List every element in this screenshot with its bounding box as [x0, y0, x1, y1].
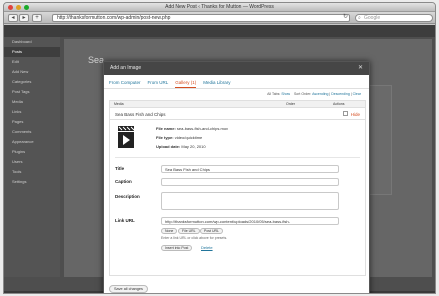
file-type-line: File type: video/quicktime: [156, 135, 202, 140]
sidebar-item-dashboard[interactable]: Dashboard: [4, 37, 60, 47]
upload-date-value: May 20, 2010: [181, 144, 206, 149]
description-field[interactable]: [161, 192, 339, 210]
media-table-header: Media Order Actions: [109, 100, 366, 108]
sidebar-item-links[interactable]: Links: [4, 107, 60, 117]
dialog-header: Add an Image ✕: [104, 62, 369, 75]
window-title: Add New Post ‹ Thanks for Mutton — WordP…: [165, 4, 274, 10]
sidebar-item-posts[interactable]: Posts: [4, 47, 60, 57]
back-arrow-icon[interactable]: ◂: [8, 14, 18, 22]
caption-field[interactable]: [161, 178, 339, 186]
add-image-dialog: Add an Image ✕ From Computer From URL Ga…: [103, 61, 370, 293]
page-title: Sea: [88, 55, 105, 65]
actions-column-header: Actions: [333, 102, 345, 106]
title-bar: Add New Post ‹ Thanks for Mutton — WordP…: [4, 3, 435, 12]
sidebar-item-users[interactable]: Users: [4, 157, 60, 167]
hide-link[interactable]: Hide: [351, 112, 360, 117]
search-icon: ⌕: [358, 15, 361, 21]
clear-link[interactable]: Clear: [353, 92, 361, 96]
file-name-line: File name: sea-bass-fish-and-chips.mov: [156, 126, 228, 131]
tab-from-url[interactable]: From URL: [148, 80, 169, 88]
media-item-title: Sea Bass Fish and Chips: [115, 112, 166, 117]
title-field[interactable]: Sea Bass Fish and Chips: [161, 165, 339, 173]
descending-link[interactable]: Descending: [331, 92, 349, 96]
admin-sidebar: Dashboard Posts Edit Add New Categories …: [4, 37, 60, 277]
sidebar-item-pages[interactable]: Pages: [4, 117, 60, 127]
link-url-label: Link URL: [115, 218, 135, 223]
title-label: Title: [115, 166, 125, 171]
page-content: Dashboard Posts Edit Add New Categories …: [4, 25, 435, 293]
media-column-header: Media: [114, 102, 124, 106]
upload-date-line: Upload date: May 20, 2010: [156, 144, 206, 149]
tab-gallery[interactable]: Gallery (1): [175, 80, 197, 88]
link-url-field[interactable]: http://thanksformutton.com/wp-content/up…: [161, 217, 339, 225]
insert-into-post-button[interactable]: Insert into Post: [161, 245, 193, 251]
sort-order-label: Sort Order:: [293, 92, 312, 96]
file-url-button[interactable]: File URL: [178, 228, 200, 234]
upload-date-label: Upload date:: [156, 144, 181, 149]
file-type-label: File type:: [156, 135, 174, 140]
search-input[interactable]: Google: [355, 14, 433, 22]
dialog-title: Add an Image: [110, 65, 142, 71]
link-url-hint: Enter a link URL or click above for pres…: [161, 236, 228, 240]
save-all-changes-button[interactable]: Save all changes: [109, 285, 148, 293]
address-bar[interactable]: http://thanksformutton.com/wp-admin/post…: [52, 14, 350, 22]
close-icon[interactable]: ✕: [358, 62, 363, 75]
tab-from-computer[interactable]: From Computer: [109, 80, 141, 88]
sidebar-item-add-new[interactable]: Add New: [4, 67, 60, 77]
description-label: Description: [115, 194, 140, 199]
all-tabs-label: All Tabs:: [267, 92, 281, 96]
add-tab-icon[interactable]: +: [32, 14, 42, 22]
media-item-row[interactable]: Sea Bass Fish and Chips Hide: [109, 108, 366, 120]
sidebar-item-edit[interactable]: Edit: [4, 57, 60, 67]
sidebar-item-plugins[interactable]: Plugins: [4, 147, 60, 157]
ascending-link[interactable]: Ascending: [312, 92, 328, 96]
order-input[interactable]: [343, 111, 348, 116]
post-url-button[interactable]: Post URL: [200, 228, 223, 234]
caption-label: Caption: [115, 179, 132, 184]
file-name-label: File name:: [156, 126, 176, 131]
video-file-icon: [118, 126, 134, 148]
sidebar-item-categories[interactable]: Categories: [4, 77, 60, 87]
file-type-value: video/quicktime: [174, 135, 203, 140]
admin-header: [4, 25, 435, 37]
none-url-button[interactable]: None: [161, 228, 178, 234]
sidebar-item-appearance[interactable]: Appearance: [4, 137, 60, 147]
show-link[interactable]: Show: [281, 92, 290, 96]
sidebar-item-settings[interactable]: Settings: [4, 177, 60, 187]
forward-arrow-icon[interactable]: ▸: [19, 14, 29, 22]
reload-icon[interactable]: ↻: [343, 14, 348, 21]
sidebar-item-post-tags[interactable]: Post Tags: [4, 87, 60, 97]
browser-window: Add New Post ‹ Thanks for Mutton — WordP…: [3, 2, 436, 294]
dialog-tabs: From Computer From URL Gallery (1) Media…: [104, 75, 369, 89]
sidebar-item-media[interactable]: Media: [4, 97, 60, 107]
order-column-header: Order: [286, 102, 295, 106]
delete-link[interactable]: Delete: [201, 245, 213, 250]
sidebar-item-comments[interactable]: Comments: [4, 127, 60, 137]
sidebar-item-tools[interactable]: Tools: [4, 167, 60, 177]
media-item-details: File name: sea-bass-fish-and-chips.mov F…: [109, 120, 366, 276]
desktop: Add New Post ‹ Thanks for Mutton — WordP…: [0, 0, 439, 296]
browser-toolbar: ◂ ▸ + http://thanksformutton.com/wp-admi…: [4, 12, 435, 24]
sort-filter-row: All Tabs: Show Sort Order: Ascending | D…: [267, 92, 361, 96]
tab-media-library[interactable]: Media Library: [203, 80, 230, 88]
details-divider: [115, 157, 360, 158]
file-name-value: sea-bass-fish-and-chips.mov: [176, 126, 229, 131]
